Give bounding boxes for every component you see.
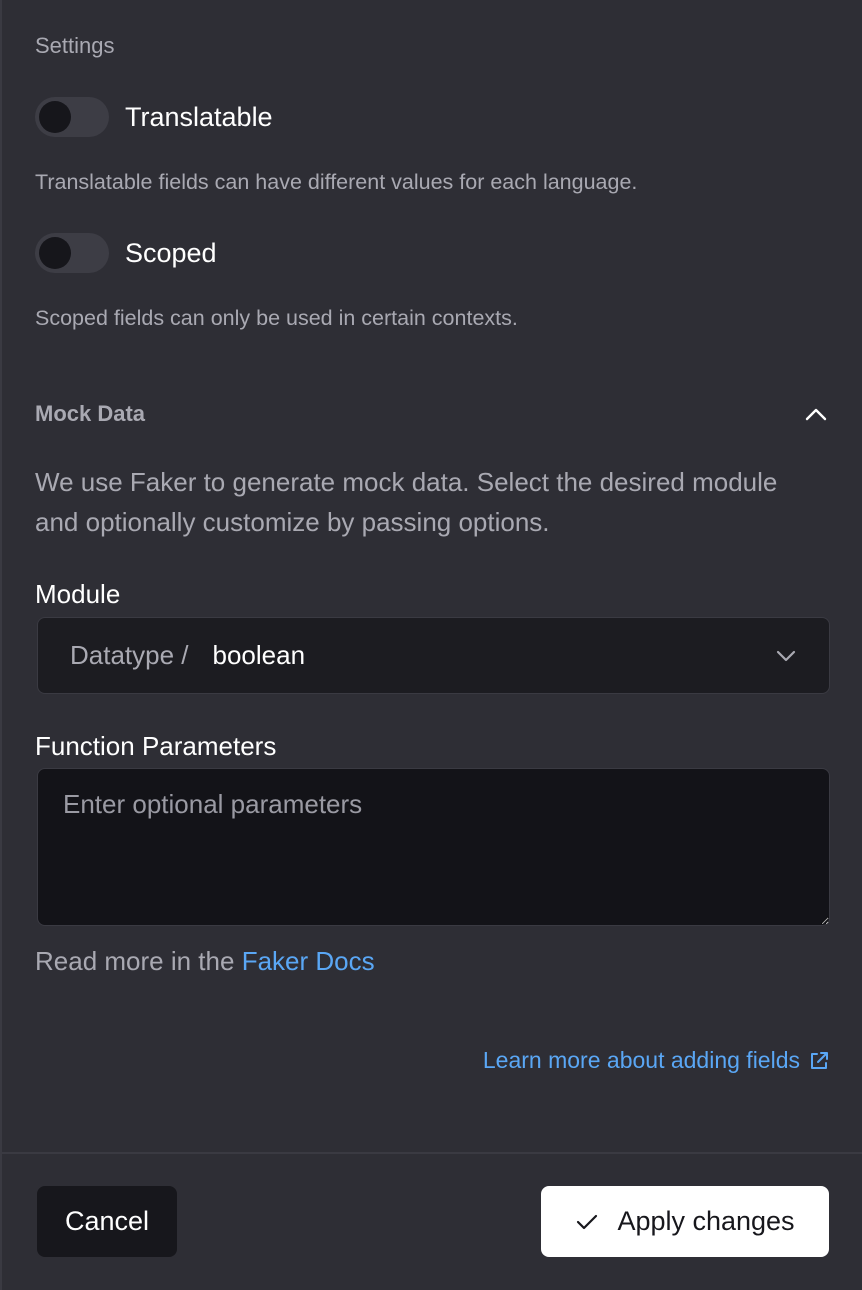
check-icon (575, 1212, 599, 1232)
scoped-help-text: Scoped fields can only be used in certai… (35, 306, 518, 330)
toggle-knob (39, 101, 71, 133)
translatable-label: Translatable (125, 101, 273, 132)
mock-data-title: Mock Data (35, 401, 146, 426)
faker-docs-link[interactable]: Faker Docs (242, 946, 375, 976)
toggle-knob (39, 237, 71, 269)
chevron-up-icon (805, 408, 827, 421)
learn-more-link[interactable]: Learn more about adding fields (483, 1047, 830, 1074)
mock-data-description: We use Faker to generate mock data. Sele… (35, 467, 778, 537)
scoped-toggle-row: Scoped (35, 232, 217, 274)
collapse-mock-data-button[interactable] (802, 400, 830, 428)
external-link-icon (808, 1050, 830, 1072)
translatable-toggle[interactable] (35, 97, 109, 137)
scoped-label: Scoped (125, 237, 217, 268)
module-value: boolean (212, 640, 306, 670)
cancel-button[interactable]: Cancel (37, 1186, 177, 1257)
module-select[interactable]: Datatype / boolean (37, 617, 830, 694)
function-parameters-label: Function Parameters (35, 731, 277, 761)
mock-data-header: Mock Data (35, 400, 830, 428)
learn-more-label: Learn more about adding fields (482, 1047, 800, 1073)
read-more-text: Read more in the Faker Docs (35, 946, 375, 977)
module-label: Module (35, 579, 121, 609)
settings-section-label: Settings (35, 33, 115, 58)
read-more-prefix: Read more in the (35, 946, 235, 976)
apply-changes-label: Apply changes (617, 1206, 795, 1236)
field-settings-panel: Settings Translatable Translatable field… (0, 0, 862, 1290)
function-parameters-input[interactable] (37, 768, 830, 926)
chevron-down-icon (775, 649, 797, 663)
scoped-toggle[interactable] (35, 233, 109, 273)
footer-divider (2, 1152, 862, 1154)
translatable-help-text: Translatable fields can have different v… (35, 170, 638, 194)
module-prefix: Datatype / (70, 640, 189, 670)
translatable-toggle-row: Translatable (35, 96, 273, 138)
apply-changes-button[interactable]: Apply changes (541, 1186, 829, 1257)
